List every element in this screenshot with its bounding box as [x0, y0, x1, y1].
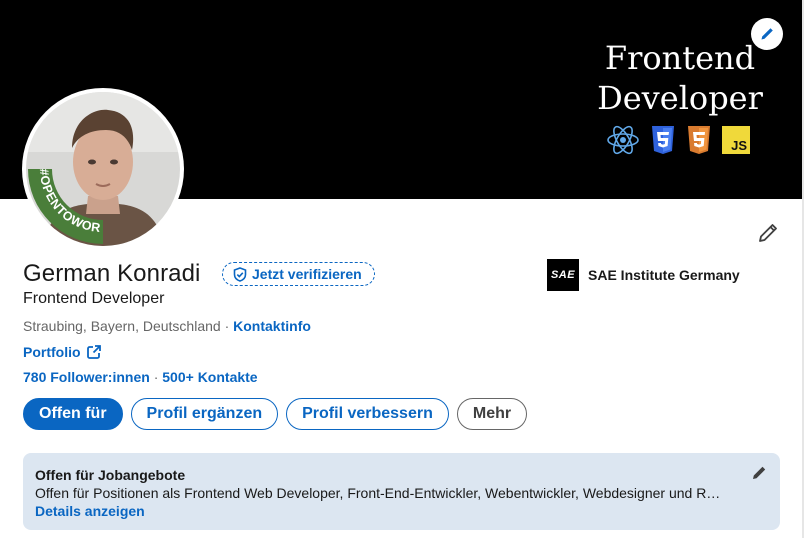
pencil-icon: [753, 466, 766, 479]
profile-card: Frontend Developer JS #OPENTOWOR German …: [0, 0, 804, 538]
edit-cover-button[interactable]: [751, 18, 783, 50]
external-link-icon: [86, 345, 101, 359]
network-stats: 780 Follower:innen · 500+ Kontakte: [23, 369, 258, 385]
location-line: Straubing, Bayern, Deutschland · Kontakt…: [23, 318, 311, 334]
followers-link[interactable]: 780 Follower:innen: [23, 369, 150, 385]
open-to-work-description: Offen für Positionen als Frontend Web De…: [35, 485, 721, 501]
pencil-icon: [761, 28, 773, 40]
open-for-button[interactable]: Offen für: [23, 398, 123, 430]
banner-line-1: Frontend: [604, 39, 756, 77]
tech-icons: JS: [606, 123, 750, 157]
show-details-link[interactable]: Details anzeigen: [35, 503, 145, 519]
avatar: #OPENTOWORK: [26, 92, 180, 246]
profile-actions: Offen für Profil ergänzen Profil verbess…: [23, 398, 528, 430]
profile-photo[interactable]: #OPENTOWORK: [22, 88, 184, 250]
education-entry[interactable]: SAE SAE Institute Germany: [547, 259, 740, 291]
banner-line-2: Developer: [597, 79, 763, 117]
more-button[interactable]: Mehr: [456, 398, 528, 430]
organization-name: SAE Institute Germany: [588, 267, 740, 283]
verify-label: Jetzt verifizieren: [252, 266, 362, 282]
contact-info-link[interactable]: Kontaktinfo: [233, 318, 311, 334]
stats-separator: ·: [149, 369, 163, 385]
sae-logo-text: SAE: [550, 269, 576, 281]
enhance-profile-button[interactable]: Profil verbessern: [286, 398, 449, 430]
location-separator: ·: [220, 318, 234, 334]
profile-name: German Konradi: [23, 260, 201, 287]
javascript-icon: JS: [722, 126, 750, 154]
html5-icon: [688, 126, 710, 154]
open-to-work-card: Offen für Jobangebote Offen für Position…: [23, 453, 780, 530]
portfolio-label: Portfolio: [23, 344, 81, 360]
location: Straubing, Bayern, Deutschland: [23, 318, 221, 334]
portfolio-link[interactable]: Portfolio: [23, 344, 101, 360]
sae-logo: SAE: [547, 259, 579, 291]
react-icon: [607, 125, 639, 155]
shield-check-icon: [233, 266, 247, 282]
add-profile-section-button[interactable]: Profil ergänzen: [130, 398, 279, 430]
headline: Frontend Developer: [23, 290, 165, 307]
javascript-icon-label: JS: [731, 138, 747, 153]
pencil-icon: [759, 224, 777, 242]
banner-title: Frontend Developer: [586, 38, 774, 118]
open-to-work-title: Offen für Jobangebote: [35, 467, 186, 483]
verify-button[interactable]: Jetzt verifizieren: [222, 262, 375, 286]
css3-icon: [652, 126, 674, 154]
connections-link[interactable]: 500+ Kontakte: [162, 369, 257, 385]
edit-open-to-work-button[interactable]: [747, 461, 771, 485]
edit-intro-button[interactable]: [752, 217, 784, 249]
